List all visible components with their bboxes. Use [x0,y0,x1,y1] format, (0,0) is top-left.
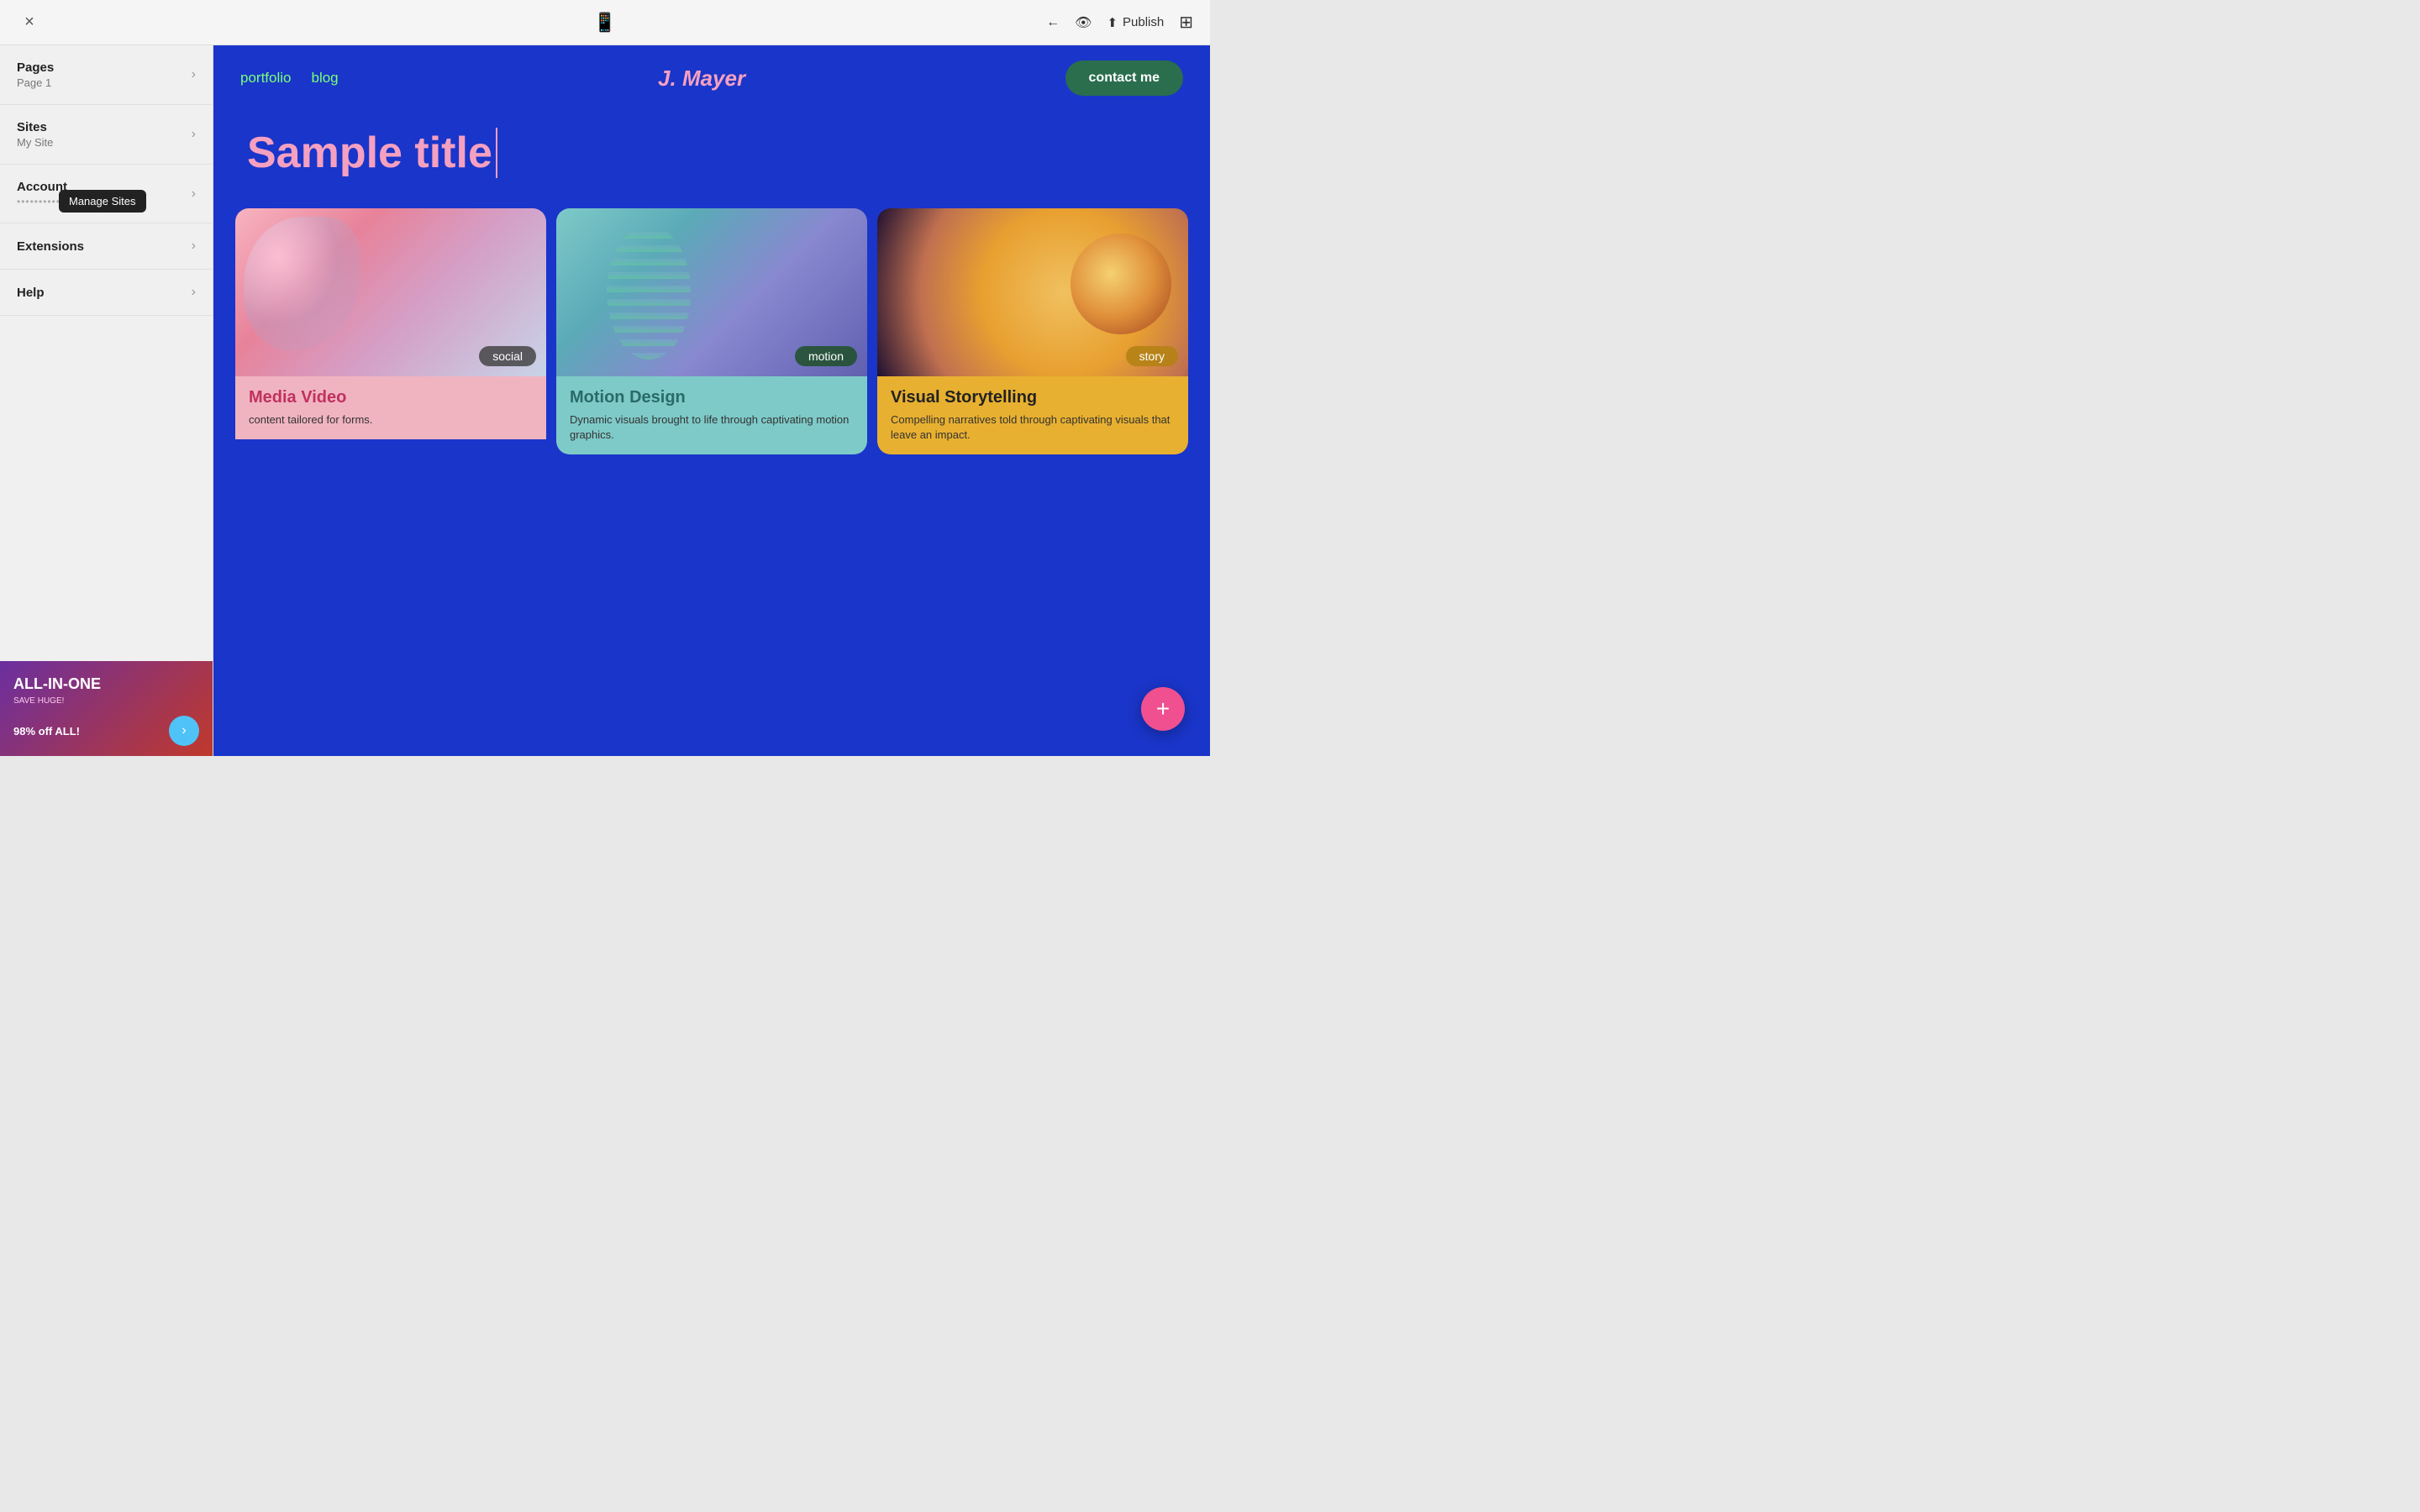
preview-button[interactable]: 👁 [1075,14,1092,31]
fab-button[interactable]: + [1141,687,1185,731]
preview-icon: 👁 [1075,14,1092,31]
sidebar-item-pages-subtitle: Page 1 [17,76,54,89]
card-motion-desc: Dynamic visuals brought to life through … [570,412,854,443]
sidebar-item-account-content: Account ••••••••••@•••.•• [17,180,97,207]
promo-footer: 98% off ALL! › [13,716,199,746]
card-story-desc: Compelling narratives told through capti… [891,412,1175,443]
site-nav: portfolio blog J. Mayer contact me [213,45,1210,111]
card-story[interactable]: story Visual Storytelling Compelling nar… [877,208,1188,454]
sidebar-item-sites-title: Sites [17,120,53,134]
top-bar-left: × [17,10,42,35]
sidebar-item-extensions-content: Extensions [17,239,84,254]
phone-icon[interactable]: 📱 [593,12,616,34]
sidebar-item-pages-content: Pages Page 1 [17,60,54,89]
site-logo: J. Mayer [658,66,745,92]
card-social-body: Media Video content tailored for forms. [235,376,546,439]
card-social-tag: social [479,346,536,366]
card-story-body: Visual Storytelling Compelling narrative… [877,376,1188,454]
canvas-area: portfolio blog J. Mayer contact me Sampl… [213,45,1210,756]
chevron-right-icon: › [192,285,196,300]
promo-title: ALL-IN-ONE [13,676,199,693]
sidebar-item-sites[interactable]: Sites My Site › [0,105,213,165]
back-button[interactable]: ← [1046,15,1060,30]
chevron-right-icon: › [192,239,196,254]
top-bar-right: ← 👁 ⬆ Publish ⊞ [1046,12,1193,33]
card-story-tag: story [1126,346,1178,366]
publish-upload-icon: ⬆ [1107,15,1118,30]
publish-label: Publish [1123,15,1164,29]
sidebar-item-account-title: Account [17,180,97,194]
sidebar: Pages Page 1 › Sites My Site › Manage Si… [0,45,213,756]
back-icon: ← [1046,15,1060,30]
sidebar-item-sites-content: Sites My Site [17,120,53,149]
card-story-image: story [877,208,1188,376]
card-social-title: Media Video [249,388,533,407]
sidebar-item-account[interactable]: Account ••••••••••@•••.•• › [0,165,213,223]
site-hero-title[interactable]: Sample title [247,128,497,178]
promo-discount: 98% off ALL! [13,725,80,738]
nav-link-portfolio[interactable]: portfolio [240,70,291,87]
chevron-right-icon: › [192,67,196,82]
site-contact-button[interactable]: contact me [1065,60,1183,96]
card-motion[interactable]: motion Motion Design Dynamic visuals bro… [556,208,867,454]
sidebar-item-extensions-title: Extensions [17,239,84,254]
sidebar-item-help[interactable]: Help › [0,270,213,316]
top-bar-center: 📱 [593,12,616,34]
card-motion-body: Motion Design Dynamic visuals brought to… [556,376,867,454]
sidebar-item-account-email: ••••••••••@•••.•• [17,196,97,207]
sidebar-item-pages-title: Pages [17,60,54,75]
sidebar-item-help-content: Help [17,286,45,300]
publish-button[interactable]: ⬆ Publish [1107,15,1164,30]
card-motion-image: motion [556,208,867,376]
site-nav-left: portfolio blog [240,70,339,87]
chevron-right-icon: › [192,186,196,202]
card-motion-title: Motion Design [570,388,854,407]
card-social-desc: content tailored for forms. [249,412,533,428]
sidebar-item-extensions[interactable]: Extensions › [0,223,213,270]
layout-icon[interactable]: ⊞ [1179,12,1193,33]
promo-subtitle: SAVE HUGE! [13,696,199,706]
chevron-right-icon: › [192,127,196,142]
sidebar-item-pages[interactable]: Pages Page 1 › [0,45,213,105]
promo-arrow-button[interactable]: › [169,716,199,746]
card-story-title: Visual Storytelling [891,388,1175,407]
site-hero: Sample title [213,111,1210,203]
nav-link-blog[interactable]: blog [311,70,338,87]
card-social-image: social [235,208,546,376]
card-social[interactable]: social Media Video content tailored for … [235,208,546,454]
sidebar-item-sites-subtitle: My Site [17,136,53,149]
card-motion-tag: motion [795,346,857,366]
site-preview: portfolio blog J. Mayer contact me Sampl… [213,45,1210,756]
close-button[interactable]: × [17,10,42,35]
cards-section: social Media Video content tailored for … [213,203,1210,459]
main-area: Pages Page 1 › Sites My Site › Manage Si… [0,45,1210,756]
promo-banner: ALL-IN-ONE SAVE HUGE! 98% off ALL! › [0,661,213,756]
top-bar: × 📱 ← 👁 ⬆ Publish ⊞ [0,0,1210,45]
sidebar-item-help-title: Help [17,286,45,300]
